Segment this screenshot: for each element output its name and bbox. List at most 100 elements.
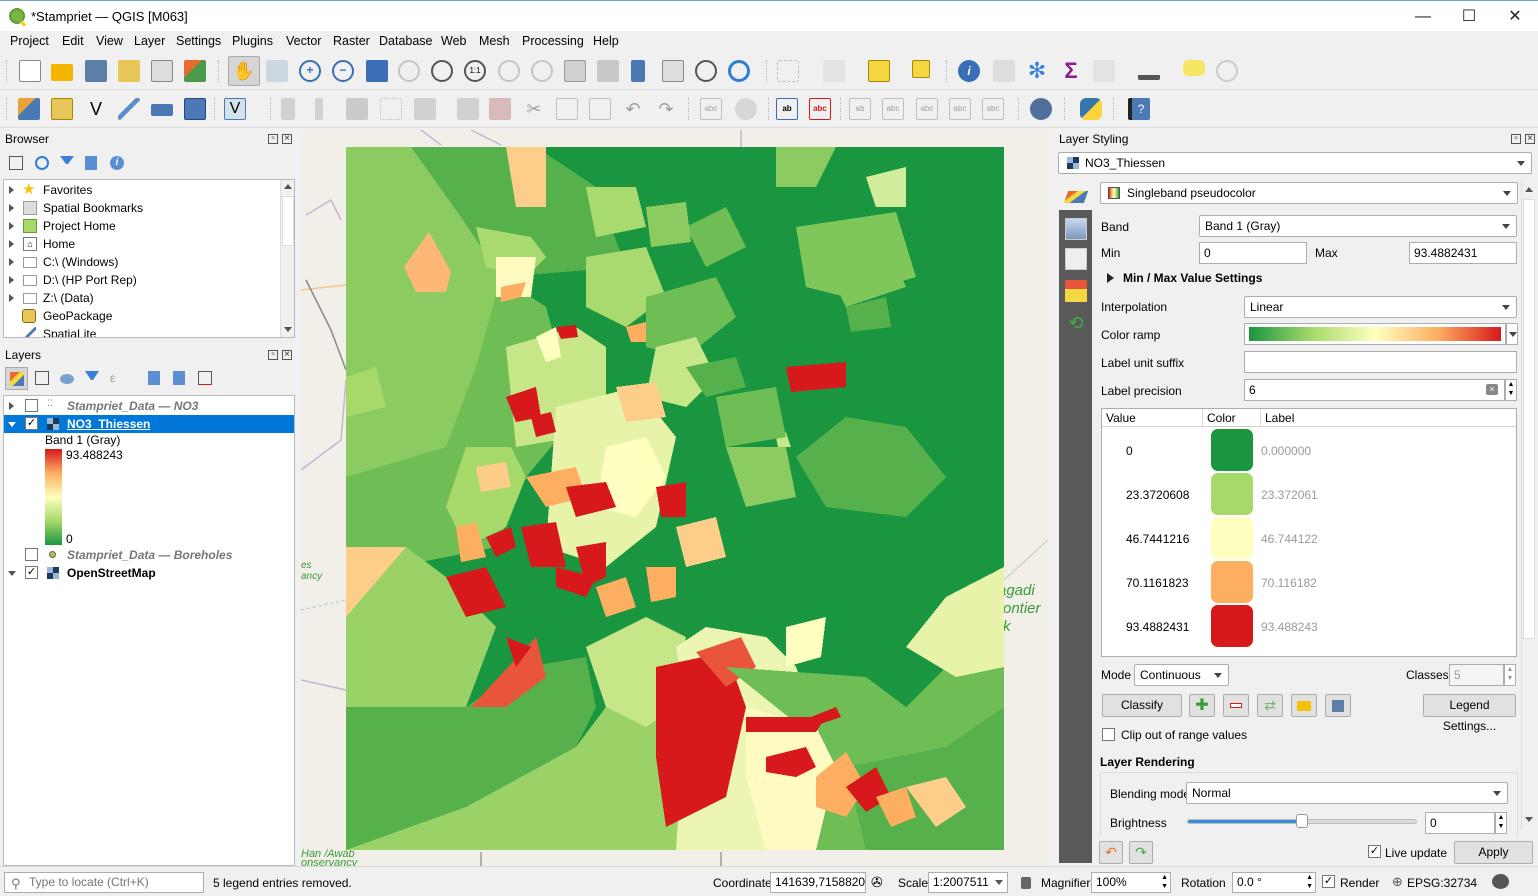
add-class-button[interactable]: ✚	[1189, 694, 1215, 717]
layer-item-openstreetmap[interactable]: ✓ OpenStreetMap	[4, 564, 294, 582]
scroll-down-icon[interactable]	[284, 327, 292, 332]
new-temporary-layer-icon[interactable]	[184, 98, 206, 120]
new-virtual-layer-icon[interactable]	[151, 104, 173, 116]
layer-selector-combo[interactable]: NO3_Thiessen	[1058, 152, 1532, 174]
minmax-settings-header[interactable]: Min / Max Value Settings	[1123, 271, 1262, 285]
zoom-to-selection-icon[interactable]	[398, 60, 420, 82]
menu-processing[interactable]: Processing	[522, 34, 584, 48]
map-tips-icon[interactable]	[1183, 60, 1205, 76]
close-panel-icon[interactable]: ×	[282, 350, 292, 360]
class-color-swatch[interactable]	[1211, 561, 1253, 603]
layer-diagram-options-icon[interactable]: abc	[809, 98, 831, 120]
class-label[interactable]: 93.488243	[1261, 620, 1318, 634]
layer-item-stampriet-no3[interactable]: ⁚⁚ Stampriet_Data — NO3	[4, 397, 294, 415]
collapse-all-icon[interactable]	[85, 156, 97, 170]
rotate-label-icon[interactable]: abc	[949, 98, 971, 120]
history-tab-icon[interactable]: ⟲	[1065, 312, 1087, 334]
layer-item-stampriet-boreholes[interactable]: Stampriet_Data — Boreholes	[4, 546, 294, 564]
change-label-icon[interactable]: abc	[982, 98, 1004, 120]
browser-item-d-drive[interactable]: D:\ (HP Port Rep)	[4, 271, 294, 289]
modify-attributes-icon[interactable]	[457, 98, 479, 120]
layer-visibility-checkbox[interactable]: ✓	[25, 417, 38, 430]
menu-project[interactable]: Project	[10, 34, 49, 48]
zoom-in-icon[interactable]: +	[299, 60, 321, 82]
live-update-checkbox[interactable]: ✓	[1368, 845, 1381, 858]
toolbar-handle[interactable]	[6, 60, 8, 82]
zoom-out-icon[interactable]: −	[332, 60, 354, 82]
python-console-icon[interactable]	[1080, 98, 1102, 120]
column-header-label[interactable]: Label	[1261, 409, 1516, 427]
precision-spinner[interactable]: ▲ ▼	[1505, 379, 1517, 401]
class-label[interactable]: 70.116182	[1261, 576, 1317, 590]
diagram-options-icon[interactable]	[735, 98, 757, 120]
locator-settings-icon[interactable]	[1216, 60, 1238, 82]
band-combo[interactable]: Band 1 (Gray)	[1199, 215, 1517, 237]
expand-icon[interactable]	[9, 186, 14, 194]
crs-globe-icon[interactable]: ⊕	[1392, 874, 1403, 890]
temporal-controller-icon[interactable]	[695, 60, 717, 82]
maximize-button[interactable]: ☐	[1446, 1, 1492, 32]
delete-selected-icon[interactable]	[489, 98, 511, 120]
magnifier-spinbox[interactable]: 100% ▲ ▼	[1091, 872, 1171, 893]
pin-labels-icon[interactable]: ab	[849, 98, 871, 120]
minimize-button[interactable]: —	[1400, 1, 1446, 32]
browser-item-home[interactable]: ⌂ Home	[4, 235, 294, 253]
layout-manager-icon[interactable]	[151, 60, 173, 82]
locator-search-input[interactable]: ⚲ Type to locate (Ctrl+K)	[4, 872, 204, 893]
scroll-down-icon[interactable]	[1525, 817, 1533, 822]
add-point-feature-icon[interactable]	[380, 98, 402, 120]
crs-button[interactable]: EPSG:32734	[1407, 876, 1477, 890]
scroll-up-icon[interactable]	[1525, 187, 1533, 192]
zoom-next-icon[interactable]	[531, 60, 553, 82]
min-input[interactable]: 0	[1199, 242, 1307, 264]
show-hide-labels-icon[interactable]: abc	[882, 98, 904, 120]
new-project-icon[interactable]	[19, 60, 41, 82]
class-label[interactable]: 0.000000	[1261, 444, 1311, 458]
show-bookmarks-icon[interactable]	[662, 60, 684, 82]
menu-layer[interactable]: Layer	[134, 34, 165, 48]
classes-spinner[interactable]: ▲ ▼	[1504, 664, 1516, 686]
collapse-icon[interactable]	[8, 422, 16, 427]
legend-settings-button[interactable]: Legend Settings...	[1423, 694, 1516, 733]
undo-style-button[interactable]: ↶	[1099, 841, 1123, 864]
float-panel-icon[interactable]: ▫	[1511, 134, 1521, 144]
menu-web[interactable]: Web	[441, 34, 466, 48]
class-color-swatch[interactable]	[1211, 605, 1253, 647]
expand-minmax-icon[interactable]	[1107, 273, 1114, 283]
brightness-slider[interactable]	[1187, 814, 1417, 828]
scroll-up-icon[interactable]	[284, 184, 292, 189]
properties-icon[interactable]: i	[110, 156, 124, 170]
metasearch-icon[interactable]	[1030, 98, 1052, 120]
layer-labeling-options-icon[interactable]: ab	[776, 98, 798, 120]
refresh-browser-icon[interactable]	[35, 156, 49, 170]
digitize-with-segment-icon[interactable]: V	[224, 98, 246, 120]
expand-icon[interactable]	[9, 222, 14, 230]
pan-to-selection-icon[interactable]	[266, 60, 288, 82]
styling-scrollbar[interactable]	[1521, 182, 1536, 830]
max-input[interactable]: 93.4882431	[1409, 242, 1517, 264]
color-ramp-button[interactable]	[1244, 323, 1506, 345]
class-value[interactable]: 70.1161823	[1126, 576, 1189, 590]
redo-style-button[interactable]: ↷	[1129, 841, 1153, 864]
expand-icon[interactable]	[9, 258, 14, 266]
class-label[interactable]: 23.372061	[1261, 488, 1318, 502]
symbology-tab-icon[interactable]	[1065, 218, 1087, 240]
filter-browser-icon[interactable]	[60, 156, 74, 164]
clip-out-of-range-checkbox[interactable]	[1102, 728, 1115, 741]
render-checkbox[interactable]: ✓	[1322, 875, 1335, 888]
vertex-tool-icon[interactable]	[414, 98, 436, 120]
toggle-editing-icon[interactable]	[315, 98, 323, 120]
menu-settings[interactable]: Settings	[176, 34, 221, 48]
brightness-slider-handle[interactable]	[1296, 814, 1308, 828]
column-header-color[interactable]: Color	[1203, 409, 1261, 427]
field-calculator-icon[interactable]	[993, 60, 1015, 82]
save-project-icon[interactable]	[85, 60, 107, 82]
expand-icon[interactable]	[9, 294, 14, 302]
identify-features-icon[interactable]: i	[958, 60, 980, 82]
expand-icon[interactable]	[9, 240, 14, 248]
rendering-tab-icon[interactable]	[1065, 280, 1087, 302]
float-panel-icon[interactable]: ▫	[268, 350, 278, 360]
add-selected-layers-icon[interactable]	[9, 156, 23, 170]
move-label-icon[interactable]: abc	[916, 98, 938, 120]
brightness-spinner[interactable]: ▲ ▼	[1495, 812, 1507, 834]
